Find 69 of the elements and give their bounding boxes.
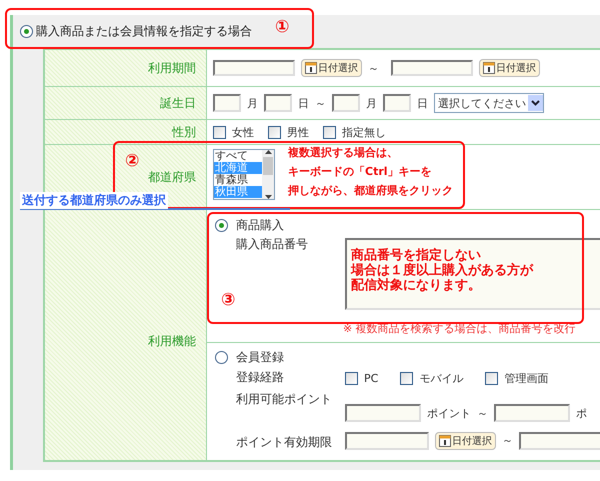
product-number-field[interactable]: 商品番号を指定しない 場合は１度以上購入がある方が 配信対象になります。 [345,238,600,310]
row-label: 利用期間 [148,60,196,76]
checkbox-label: 女性 [232,124,254,140]
unit-label: 月 [366,96,377,110]
calendar-icon [305,62,317,74]
field-label: 購入商品番号 [236,236,309,253]
checkbox[interactable] [400,372,414,384]
chevron-down-icon [531,100,540,106]
row-label: 性別 [172,124,196,140]
date-input[interactable] [213,60,295,76]
field-label: 登録経路 [236,369,285,386]
range-separator: ～ [502,433,513,448]
checkbox[interactable] [323,126,336,138]
checkbox[interactable] [345,372,358,384]
number-input[interactable] [332,94,360,112]
number-input[interactable] [264,94,292,112]
number-input[interactable] [383,94,411,112]
row-label: 都道府県 [148,168,196,186]
field-label: 利用可能ポイント [236,391,333,408]
radio-label: 会員登録 [236,349,284,366]
callout-text: 押しながら、都道府県をクリック [288,183,453,199]
unit-label: 日 [417,96,428,110]
row-label: 利用機能 [148,333,196,350]
scrollbar[interactable] [262,150,274,198]
list-option[interactable]: 青森県 [214,174,262,186]
calendar-icon [483,62,495,74]
checkbox[interactable] [213,126,226,138]
callout-text: 複数選択する場合は、 [288,145,398,161]
date-input[interactable] [519,432,600,450]
date-picker-button[interactable]: 日付選択 [435,432,496,450]
unit-label: 日 [298,96,309,110]
radio-button[interactable] [215,351,228,364]
callout-number: ③ [221,290,236,310]
callout-text: キーボードの「Ctrl」キーを [288,164,432,180]
side-note: 送付する都道府県のみ選択 [20,192,168,209]
radio-button[interactable] [215,219,228,232]
unit-label: ポ [576,406,587,420]
unit-label: 月 [247,96,258,110]
checkbox-label: モバイル [419,370,464,386]
dropdown[interactable]: 選択してください [434,93,544,113]
range-separator: ～ [368,60,379,76]
calendar-icon [439,434,451,446]
radio-label: 購入商品または会員情報を指定する場合 [36,23,252,40]
unit-label: ポイント [427,406,471,420]
field-label: ポイント有効期限 [236,434,333,451]
checkbox-label: PC [364,372,378,384]
points-input[interactable] [494,404,570,422]
checkbox-label: 男性 [287,124,309,140]
checkbox-label: 指定無し [342,124,386,140]
date-input[interactable] [391,60,473,76]
date-picker-button[interactable]: 日付選択 [479,59,540,77]
scroll-up-icon[interactable] [264,150,272,154]
checkbox[interactable] [268,126,281,138]
scroll-down-icon[interactable] [264,194,272,198]
date-picker-button[interactable]: 日付選択 [301,59,362,77]
range-separator: ～ [477,406,488,420]
callout-number: ② [125,151,140,171]
checkbox-label: 管理画面 [504,370,548,386]
range-separator: ～ [315,96,326,110]
callout-number: ① [275,17,290,37]
radio-button[interactable] [20,25,33,38]
row-label: 誕生日 [160,94,196,112]
checkbox[interactable] [485,372,498,384]
number-input[interactable] [213,94,241,112]
radio-label: 商品購入 [236,217,284,234]
points-input[interactable] [345,404,421,422]
date-input[interactable] [345,432,429,450]
list-option[interactable]: すべて [214,150,262,162]
listbox[interactable]: すべて 北海道 青森県 秋田県 [213,148,275,200]
